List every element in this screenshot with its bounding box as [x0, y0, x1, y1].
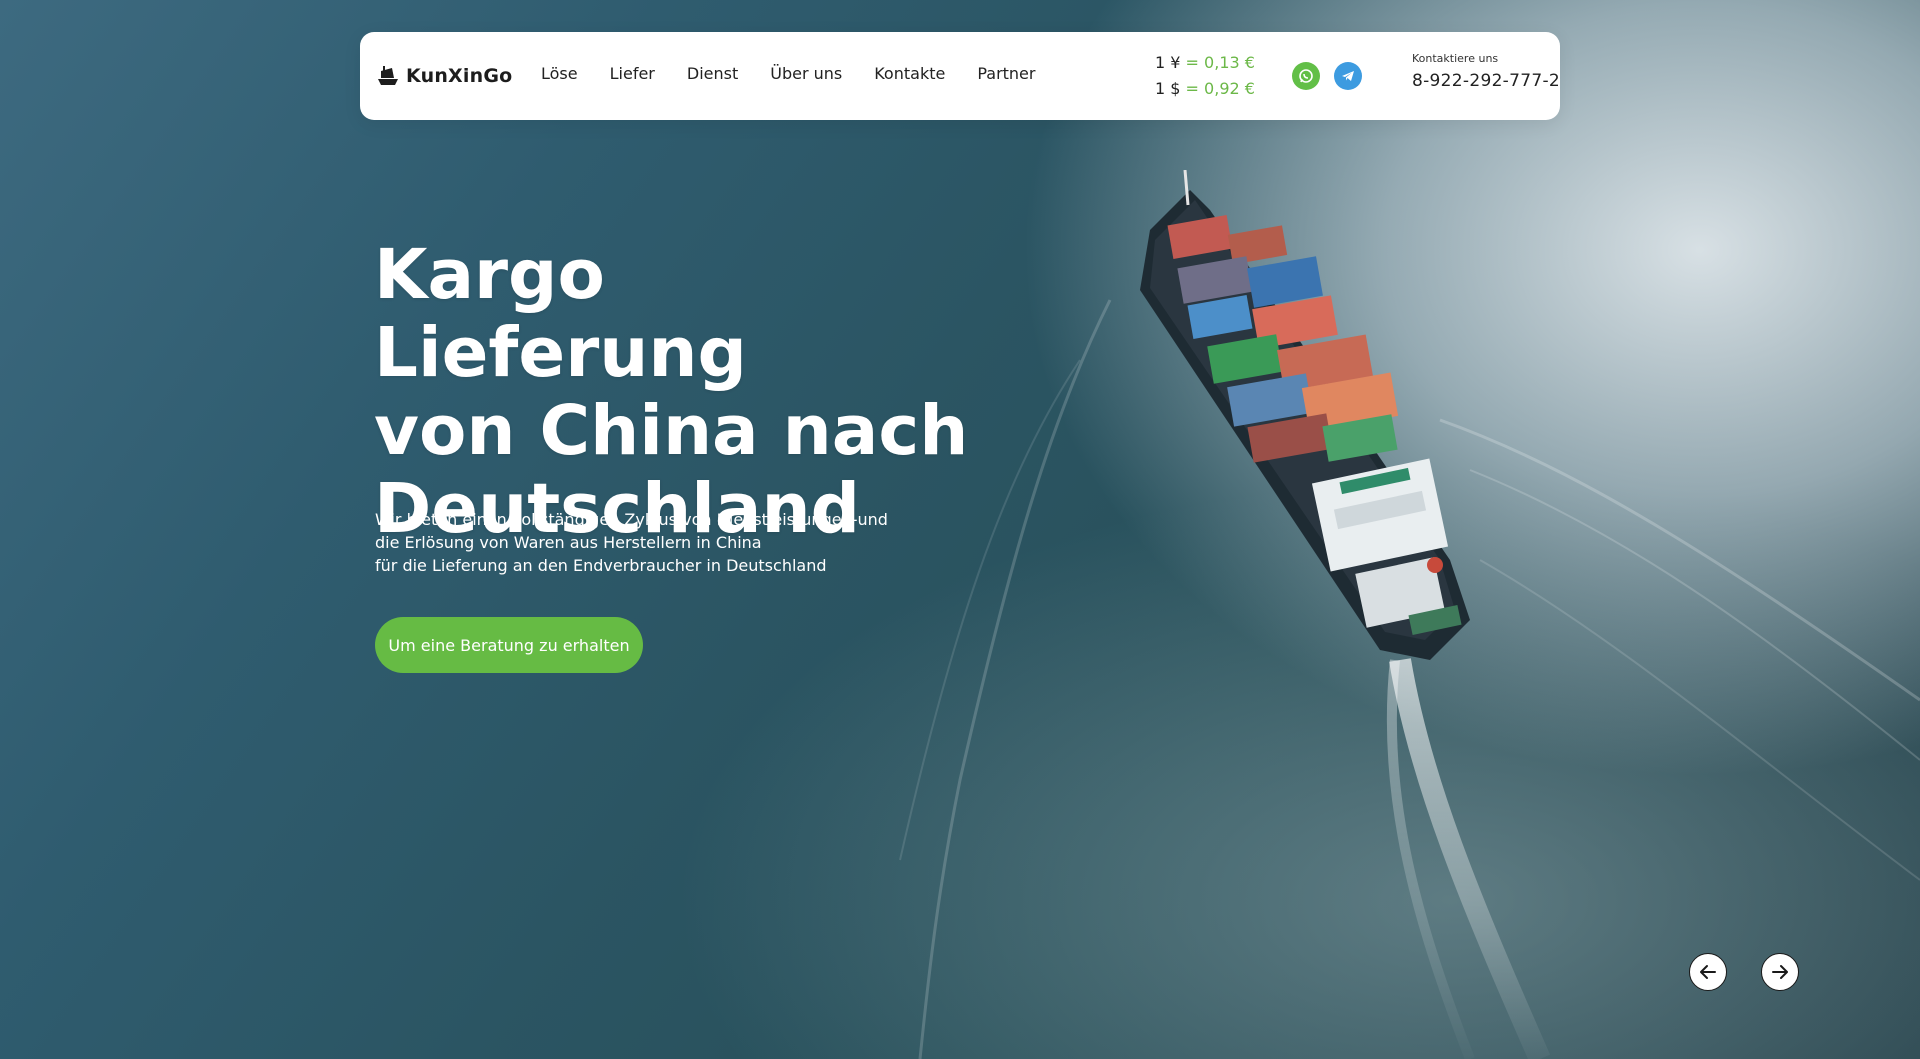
nav-item-dienst[interactable]: Dienst [687, 64, 738, 83]
rate-usd: 1 $ = 0,92 € [1155, 76, 1255, 102]
hero-subtitle-line: für die Lieferung an den Endverbraucher … [375, 556, 827, 575]
hero-title-line: Kargo Lieferung [374, 235, 747, 393]
nav-item-ueber-uns[interactable]: Über uns [770, 64, 842, 83]
nav-item-loese[interactable]: Löse [541, 64, 578, 83]
hero-title-line: von China nach [374, 391, 969, 471]
nav-item-partner[interactable]: Partner [977, 64, 1035, 83]
telegram-button[interactable] [1334, 62, 1362, 90]
hero-subtitle-line: die Erlösung von Waren aus Herstellern i… [375, 533, 762, 552]
whatsapp-icon [1299, 69, 1313, 83]
rate-equals: = [1185, 79, 1199, 98]
contact-label: Kontaktiere uns [1412, 52, 1499, 65]
arrow-right-icon [1772, 965, 1788, 979]
consultation-button[interactable]: Um eine Beratung zu erhalten [375, 617, 643, 673]
rate-value: 0,13 € [1204, 53, 1255, 72]
whatsapp-button[interactable] [1292, 62, 1320, 90]
telegram-icon [1342, 71, 1354, 81]
slider-next-button[interactable] [1761, 953, 1799, 991]
rate-value: 0,92 € [1204, 79, 1255, 98]
nav-item-kontakte[interactable]: Kontakte [874, 64, 945, 83]
contact-block: Kontaktiere uns 8-922-292-777-2 [1412, 52, 1560, 91]
social-links [1292, 62, 1362, 90]
hero-subtitle: Wir bieten einen vollständigen Zyklus vo… [375, 508, 935, 577]
nav-item-liefer[interactable]: Liefer [610, 64, 655, 83]
slider-prev-button[interactable] [1689, 953, 1727, 991]
arrow-left-icon [1700, 965, 1716, 979]
main-nav: Löse Liefer Dienst Über uns Kontakte Par… [541, 64, 1035, 83]
rate-cny: 1 ¥ = 0,13 € [1155, 50, 1255, 76]
header-bar: KunXinGo Löse Liefer Dienst Über uns Kon… [360, 32, 1560, 120]
rate-equals: = [1185, 53, 1199, 72]
hero-title: Kargo Lieferung von China nach Deutschla… [374, 236, 994, 548]
hero-subtitle-line: Wir bieten einen vollständigen Zyklus vo… [375, 510, 888, 529]
hero-section: KunXinGo Löse Liefer Dienst Über uns Kon… [0, 0, 1920, 1059]
ship-icon [378, 66, 398, 85]
rate-base: 1 $ [1155, 79, 1181, 98]
cargo-ship-image [1140, 170, 1470, 660]
phone-number[interactable]: 8-922-292-777-2 [1412, 71, 1560, 91]
logo[interactable]: KunXinGo [376, 60, 512, 92]
exchange-rates: 1 ¥ = 0,13 € 1 $ = 0,92 € [1155, 50, 1255, 102]
rate-base: 1 ¥ [1155, 53, 1181, 72]
brand-name: KunXinGo [406, 65, 513, 87]
